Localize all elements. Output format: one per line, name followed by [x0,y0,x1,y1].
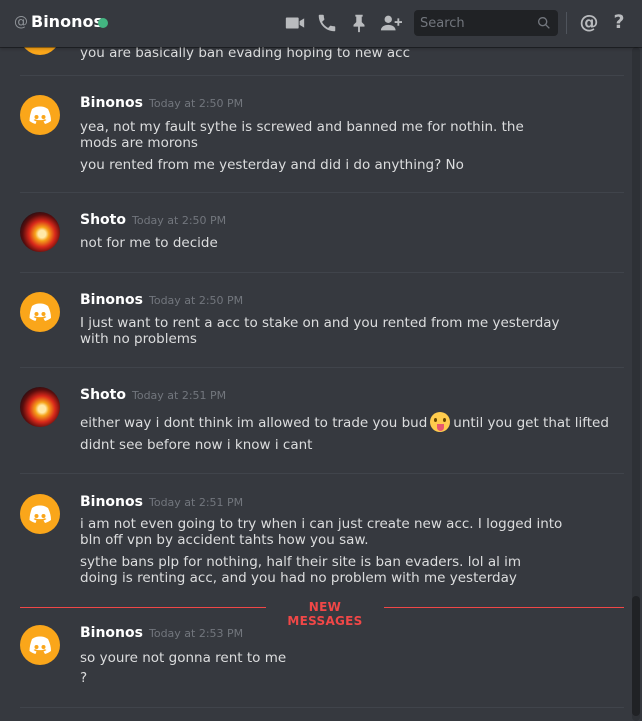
message-timestamp: Today at 2:50 PM [131,214,227,227]
search-icon[interactable] [536,15,552,31]
new-messages-line [384,607,624,608]
message-timestamp: Today at 2:53 PM [148,627,244,640]
message-text: sythe bans plp for nothing, half their s… [80,554,522,586]
message-author[interactable]: Binonos Today at 2:50 PM [80,292,243,308]
avatar[interactable] [20,47,60,55]
new-messages-line [20,607,266,608]
message-timestamp: Today at 2:50 PM [148,294,244,307]
message-group: Binonos Today at 2:50 PM I just want to r… [20,292,624,362]
avatar[interactable] [20,292,60,332]
message-divider [20,473,624,474]
scrollbar-thumb[interactable] [632,596,640,716]
message-group: Shoto Today at 2:50 PM not for me to deci… [20,212,624,272]
voice-call-icon[interactable] [316,12,338,34]
channel-header: @ Binonos @ ? [0,0,642,47]
message-group: you are basically ban evading hoping to … [20,47,624,67]
message-divider [20,75,624,76]
video-call-icon[interactable] [284,12,306,34]
message-list[interactable]: you are basically ban evading hoping to … [0,47,630,721]
message-divider [20,192,624,193]
message-group: Shoto Today at 2:51 PM either way i dont … [20,387,624,469]
avatar[interactable] [20,625,60,665]
message-text: you rented from me yesterday and did i d… [80,157,464,173]
message-timestamp: Today at 2:51 PM [131,389,227,402]
message-group: Binonos Today at 2:51 PM i am not even go… [20,494,624,594]
mention-icon[interactable]: @ [578,11,600,33]
message-author[interactable]: Binonos Today at 2:51 PM [80,494,243,510]
channel-name[interactable]: Binonos [31,12,103,31]
message-text: yea, not my fault sythe is screwed and b… [80,119,524,151]
online-status-indicator [98,18,108,28]
message-text: I just want to rent a acc to stake on an… [80,315,560,347]
avatar[interactable] [20,387,60,427]
message-text: didnt see before now i know i cant [80,437,313,453]
message-text: i am not even going to try when i can ju… [80,516,563,548]
message-group: Binonos Today at 2:50 PM yea, not my faul… [20,95,624,191]
avatar[interactable] [20,212,60,252]
message-text: ? [80,670,88,686]
message-text: either way i dont think im allowed to tr… [80,412,620,432]
message-author[interactable]: Binonos Today at 2:53 PM [80,625,243,641]
message-divider [20,367,624,368]
message-author[interactable]: Binonos Today at 2:50 PM [80,95,243,111]
message-timestamp: Today at 2:50 PM [148,97,244,110]
message-author[interactable]: Shoto Today at 2:50 PM [80,212,226,228]
message-group: Binonos Today at 2:53 PM so youre not gon… [20,625,624,695]
message-text: not for me to decide [80,235,218,251]
message-divider [20,272,624,273]
new-messages-divider: NEW MESSAGES [20,600,624,628]
message-text: you are basically ban evading hoping to … [80,47,411,61]
search-bar[interactable] [414,10,558,36]
tongue-out-emoji[interactable] [430,412,451,432]
message-text: so youre not gonna rent to me [80,650,287,666]
avatar[interactable] [20,494,60,534]
message-timestamp: Today at 2:51 PM [148,496,244,509]
new-messages-label: NEW MESSAGES [287,600,363,628]
message-author[interactable]: Shoto Today at 2:51 PM [80,387,226,403]
message-divider [20,707,624,708]
avatar[interactable] [20,95,60,135]
search-input[interactable] [420,14,530,32]
help-icon[interactable]: ? [608,11,630,33]
dm-at-icon: @ [14,14,28,30]
add-friend-icon[interactable] [380,12,402,34]
pin-icon[interactable] [348,12,370,34]
header-divider [566,12,567,34]
